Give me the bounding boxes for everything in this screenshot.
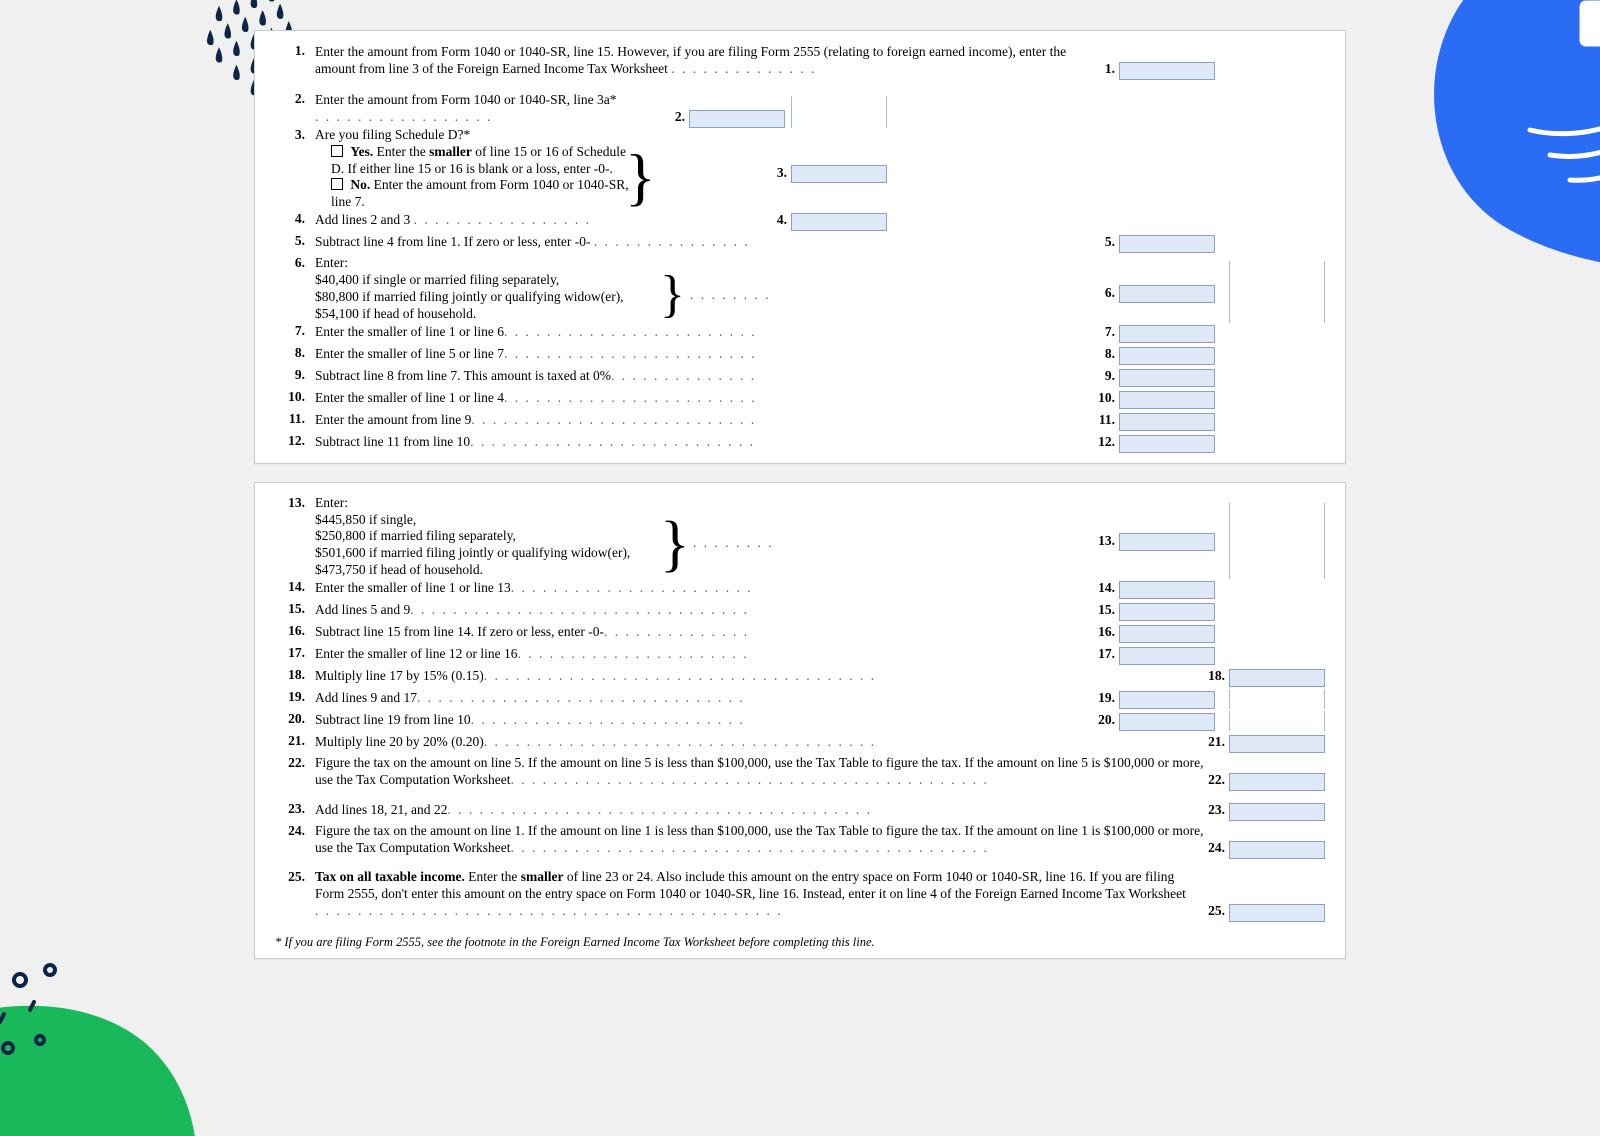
line-1: 1. Enter the amount from Form 1040 or 10… — [275, 43, 1325, 91]
input-line-22[interactable] — [1229, 773, 1325, 791]
input-line-20[interactable] — [1119, 713, 1215, 731]
line-15: 15.Add lines 5 and 915. — [275, 601, 1325, 623]
line-2-text: Enter the amount from Form 1040 or 1040-… — [315, 92, 616, 107]
input-line-23[interactable] — [1229, 803, 1325, 821]
line-17: 17.Enter the smaller of line 12 or line … — [275, 645, 1325, 667]
checkbox-no[interactable] — [331, 178, 343, 190]
input-line-17[interactable] — [1119, 647, 1215, 665]
line-14: 14.Enter the smaller of line 1 or line 1… — [275, 579, 1325, 601]
line-16: 16.Subtract line 15 from line 14. If zer… — [275, 623, 1325, 645]
line-10: 10.Enter the smaller of line 1 or line 4… — [275, 389, 1325, 411]
line-19: 19.Add lines 9 and 1719. — [275, 689, 1325, 711]
line-7: 7.Enter the smaller of line 1 or line 67… — [275, 323, 1325, 345]
input-line-18[interactable] — [1229, 669, 1325, 687]
input-line-12[interactable] — [1119, 435, 1215, 453]
input-line-25[interactable] — [1229, 904, 1325, 922]
line-13: 13. Enter: $445,850 if single, $250,800 … — [275, 495, 1325, 579]
line-6: 6. Enter: $40,400 if single or married f… — [275, 255, 1325, 323]
input-line-14[interactable] — [1119, 581, 1215, 599]
input-line-10[interactable] — [1119, 391, 1215, 409]
input-line-15[interactable] — [1119, 603, 1215, 621]
line-2: 2. Enter the amount from Form 1040 or 10… — [275, 91, 1325, 127]
line-12: 12.Subtract line 11 from line 1012. — [275, 433, 1325, 455]
input-line-13[interactable] — [1119, 533, 1215, 551]
input-line-19[interactable] — [1119, 691, 1215, 709]
line-4: 4. Add lines 2 and 3 4. — [275, 211, 1325, 233]
line-22: 22.Figure the tax on the amount on line … — [275, 755, 1325, 801]
input-line-16[interactable] — [1119, 625, 1215, 643]
input-line-24[interactable] — [1229, 841, 1325, 859]
line-21: 21.Multiply line 20 by 20% (0.20)21. — [275, 733, 1325, 755]
footnote: * If you are filing Form 2555, see the f… — [275, 935, 1325, 950]
checkbox-yes[interactable] — [331, 145, 343, 157]
line-5: 5. Subtract line 4 from line 1. If zero … — [275, 233, 1325, 255]
line-25: 25.Tax on all taxable income. Enter the … — [275, 869, 1325, 929]
input-line-21[interactable] — [1229, 735, 1325, 753]
input-line-1[interactable] — [1119, 62, 1215, 80]
input-line-9[interactable] — [1119, 369, 1215, 387]
line-8: 8.Enter the smaller of line 5 or line 78… — [275, 345, 1325, 367]
line-3: 3. Are you filing Schedule D?* Yes. Ente… — [275, 127, 1325, 211]
worksheet-page-1: 1. Enter the amount from Form 1040 or 10… — [254, 30, 1346, 464]
input-line-7[interactable] — [1119, 325, 1215, 343]
input-line-4[interactable] — [791, 213, 887, 231]
line-11: 11.Enter the amount from line 911. — [275, 411, 1325, 433]
input-line-6[interactable] — [1119, 285, 1215, 303]
worksheet-page-2: 13. Enter: $445,850 if single, $250,800 … — [254, 482, 1346, 959]
line-20: 20.Subtract line 19 from line 1020. — [275, 711, 1325, 733]
line-18: 18.Multiply line 17 by 15% (0.15)18. — [275, 667, 1325, 689]
line-24: 24.Figure the tax on the amount on line … — [275, 823, 1325, 869]
input-line-2[interactable] — [689, 110, 785, 128]
input-line-3[interactable] — [791, 165, 887, 183]
input-line-5[interactable] — [1119, 235, 1215, 253]
line-3-question: Are you filing Schedule D?* — [315, 127, 1325, 144]
input-line-8[interactable] — [1119, 347, 1215, 365]
line-9: 9.Subtract line 8 from line 7. This amou… — [275, 367, 1325, 389]
input-line-11[interactable] — [1119, 413, 1215, 431]
line-23: 23.Add lines 18, 21, and 2223. — [275, 801, 1325, 823]
